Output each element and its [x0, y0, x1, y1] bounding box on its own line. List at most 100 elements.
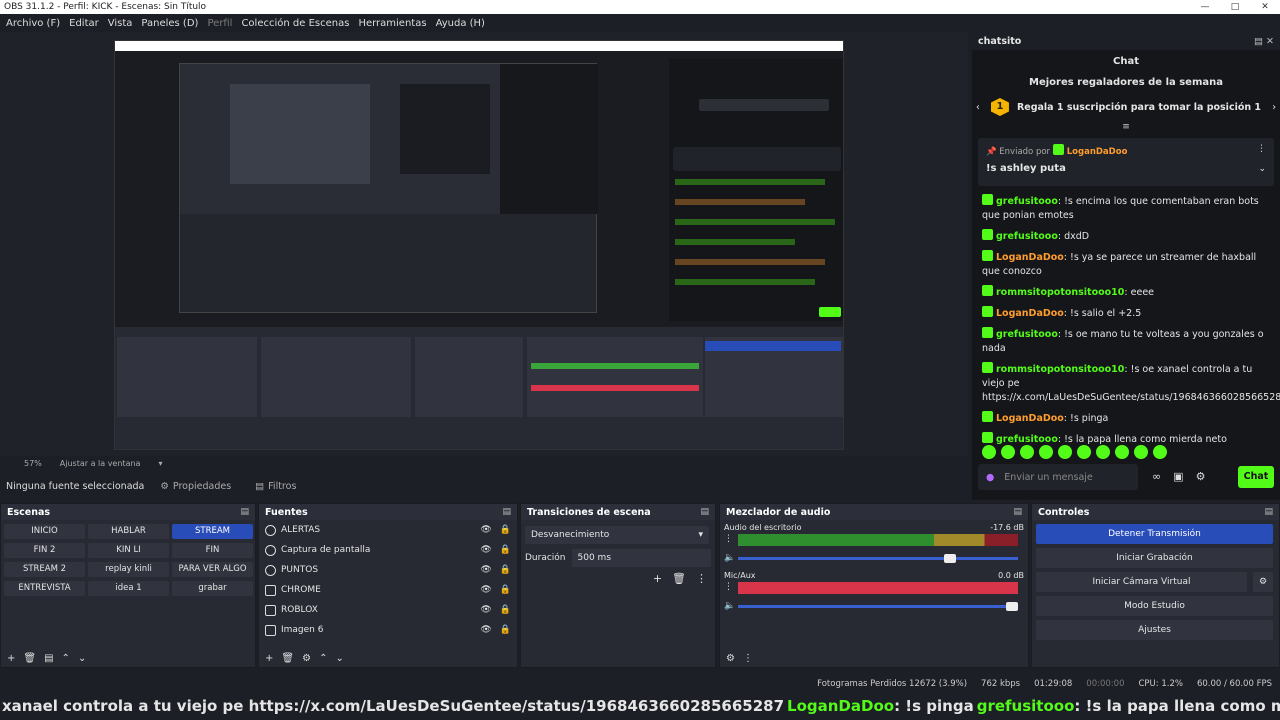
- chevron-right-icon[interactable]: ›: [1272, 102, 1276, 113]
- add-icon[interactable]: +: [653, 572, 662, 585]
- more-icon[interactable]: ⋮: [743, 653, 753, 664]
- up-icon[interactable]: ⌃: [62, 653, 70, 664]
- scene-button[interactable]: HABLAR: [88, 524, 169, 539]
- close-icon[interactable]: ▤ ✕: [1254, 36, 1274, 47]
- lock-icon[interactable]: 🔒: [500, 605, 511, 615]
- scene-button[interactable]: STREAM 2: [4, 562, 85, 577]
- eye-icon[interactable]: 👁: [480, 625, 491, 635]
- menu-perfil[interactable]: Perfil: [207, 18, 232, 29]
- properties-button[interactable]: ⚙ Propiedades: [152, 479, 239, 494]
- menu-archivo[interactable]: Archivo (F): [6, 18, 60, 29]
- more-icon[interactable]: ⋮: [724, 582, 733, 592]
- volume-knob[interactable]: [944, 554, 957, 563]
- volume-slider[interactable]: [738, 554, 1018, 563]
- lock-icon[interactable]: 🔒: [500, 625, 511, 635]
- up-icon[interactable]: ⌃: [319, 653, 327, 664]
- send-chat-button[interactable]: Chat: [1238, 466, 1274, 488]
- volume-slider[interactable]: [738, 602, 1018, 611]
- close-icon[interactable]: ✕: [1250, 0, 1280, 14]
- more-icon[interactable]: ⋮: [1257, 144, 1266, 154]
- trash-icon[interactable]: 🗑: [23, 653, 36, 664]
- menu-vista[interactable]: Vista: [108, 18, 133, 29]
- lock-icon[interactable]: 🔒: [500, 545, 511, 555]
- gift-prompt[interactable]: Regala 1 suscripción para tomar la posic…: [1017, 102, 1261, 113]
- emote-icon[interactable]: [1134, 445, 1148, 459]
- speaker-icon[interactable]: 🔈: [724, 553, 735, 563]
- add-icon[interactable]: +: [265, 653, 273, 664]
- lock-icon[interactable]: 🔒: [500, 585, 511, 595]
- eye-icon[interactable]: 👁: [480, 605, 491, 615]
- chat-user[interactable]: grefusitooo: [996, 329, 1058, 340]
- emote-icon[interactable]: [1153, 445, 1167, 459]
- collapse-icon[interactable]: ≡: [972, 122, 1280, 132]
- scene-button[interactable]: ENTREVISTA: [4, 581, 85, 596]
- menu-herramientas[interactable]: Herramientas: [358, 18, 426, 29]
- emote-icon[interactable]: [1077, 445, 1091, 459]
- zoom-fit[interactable]: Ajustar a la ventana: [60, 459, 141, 468]
- source-row[interactable]: ALERTAS 👁 🔒: [259, 520, 517, 540]
- add-icon[interactable]: +: [7, 653, 15, 664]
- maximize-icon[interactable]: □: [1220, 0, 1250, 14]
- menu-paneles[interactable]: Paneles (D): [141, 18, 198, 29]
- chat-user[interactable]: LoganDaDoo: [996, 252, 1064, 263]
- emote-icon[interactable]: [1115, 445, 1129, 459]
- gear-icon[interactable]: ⚙: [302, 653, 311, 664]
- scene-button[interactable]: grabar: [172, 581, 253, 596]
- popout-icon[interactable]: ▤: [240, 507, 249, 517]
- eye-icon[interactable]: 👁: [480, 565, 491, 575]
- start-recording-button[interactable]: Iniciar Grabación: [1036, 548, 1273, 568]
- gear-icon[interactable]: ⚙: [1253, 572, 1273, 592]
- speaker-icon[interactable]: 🔈: [724, 601, 735, 611]
- chat-user[interactable]: LoganDaDoo: [996, 308, 1064, 319]
- scene-button[interactable]: KIN LI: [88, 543, 169, 558]
- volume-knob[interactable]: [1006, 602, 1018, 611]
- source-row[interactable]: ROBLOX 👁 🔒: [259, 600, 517, 620]
- advanced-audio-icon[interactable]: ⚙: [726, 653, 735, 664]
- popout-icon[interactable]: ▤: [1264, 507, 1273, 517]
- zoom-level[interactable]: 57%: [24, 459, 42, 468]
- menu-editar[interactable]: Editar: [69, 18, 99, 29]
- eye-icon[interactable]: 👁: [480, 545, 491, 555]
- menu-coleccion[interactable]: Colección de Escenas: [241, 18, 349, 29]
- source-row[interactable]: Imagen 6 👁 🔒: [259, 620, 517, 640]
- more-icon[interactable]: ⋮: [696, 572, 707, 585]
- eye-icon[interactable]: 👁: [480, 525, 491, 535]
- chevron-left-icon[interactable]: ‹: [976, 102, 980, 113]
- gear-icon[interactable]: ⚙: [1196, 470, 1206, 483]
- scene-button[interactable]: FIN: [172, 543, 253, 558]
- eye-icon[interactable]: 👁: [480, 585, 491, 595]
- filter-icon[interactable]: ▤: [44, 653, 53, 664]
- lock-icon[interactable]: 🔒: [500, 525, 511, 535]
- settings-button[interactable]: Ajustes: [1036, 620, 1273, 640]
- stop-stream-button[interactable]: Detener Transmisión: [1036, 524, 1273, 544]
- down-icon[interactable]: ⌄: [335, 653, 343, 664]
- store-icon[interactable]: ▣: [1173, 470, 1183, 483]
- duration-input[interactable]: 500 ms: [571, 549, 711, 567]
- source-row[interactable]: PUNTOS 👁 🔒: [259, 560, 517, 580]
- trash-icon[interactable]: 🗑: [672, 572, 686, 585]
- chat-user[interactable]: rommsitopotonsitooo10: [996, 364, 1124, 375]
- scene-button[interactable]: FIN 2: [4, 543, 85, 558]
- scene-button[interactable]: replay kinli: [88, 562, 169, 577]
- emote-icon[interactable]: [1039, 445, 1053, 459]
- menu-ayuda[interactable]: Ayuda (H): [436, 18, 485, 29]
- link-icon[interactable]: ∞: [1152, 470, 1161, 483]
- source-row[interactable]: CHROME 👁 🔒: [259, 580, 517, 600]
- emote-icon[interactable]: [1096, 445, 1110, 459]
- down-icon[interactable]: ⌄: [78, 653, 86, 664]
- source-row[interactable]: Captura de pantalla 👁 🔒: [259, 540, 517, 560]
- transition-select[interactable]: Desvanecimiento ▾: [525, 526, 709, 544]
- scene-button[interactable]: idea 1: [88, 581, 169, 596]
- emote-icon[interactable]: [1020, 445, 1034, 459]
- minimize-icon[interactable]: —: [1190, 0, 1220, 14]
- chevron-down-icon[interactable]: ⌄: [1258, 164, 1266, 174]
- emote-icon[interactable]: [1001, 445, 1015, 459]
- scene-button[interactable]: INICIO: [4, 524, 85, 539]
- popout-icon[interactable]: ▤: [502, 507, 511, 517]
- popout-icon[interactable]: ▤: [700, 507, 709, 517]
- chat-user[interactable]: LoganDaDoo: [996, 413, 1064, 424]
- chat-user[interactable]: rommsitopotonsitooo10: [996, 287, 1124, 298]
- chat-input[interactable]: ● Enviar un mensaje: [978, 464, 1138, 490]
- more-icon[interactable]: ⋮: [724, 534, 733, 544]
- lock-icon[interactable]: 🔒: [500, 565, 511, 575]
